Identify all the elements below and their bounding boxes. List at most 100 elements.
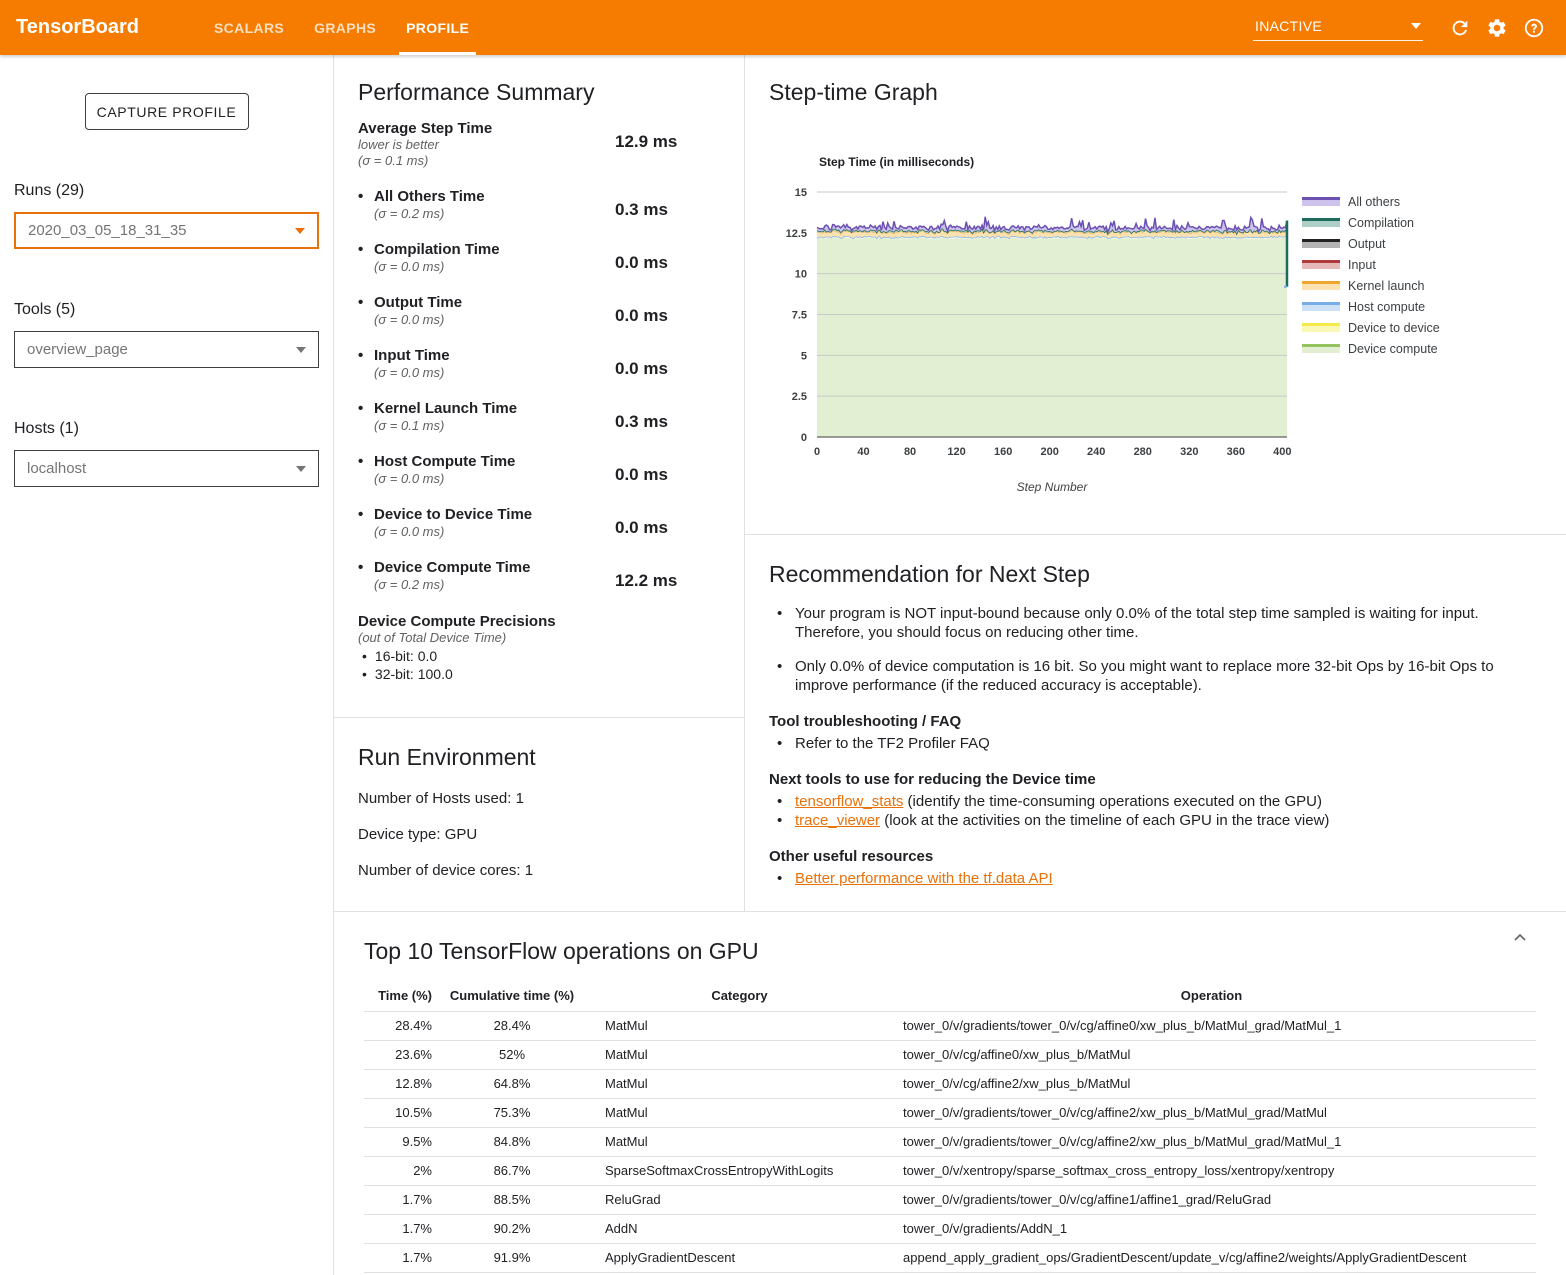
step-time-graph-title: Step-time Graph	[769, 79, 938, 106]
precision-value: 32-bit: 100.0	[375, 666, 453, 682]
performance-summary-title: Performance Summary	[358, 79, 720, 106]
legend-label: Host compute	[1348, 300, 1425, 314]
metric-value: 12.2 ms	[615, 559, 677, 593]
help-icon[interactable]	[1515, 17, 1552, 39]
metric-label: All Others Time	[374, 188, 485, 205]
table-cell: tower_0/v/gradients/tower_0/v/cg/affine0…	[887, 1011, 1536, 1040]
legend-label: Kernel launch	[1348, 279, 1424, 293]
run-environment-line: Device type: GPU	[358, 826, 720, 843]
svg-text:10: 10	[795, 269, 807, 281]
bullet-icon: •	[358, 294, 374, 328]
hosts-select-value: localhost	[27, 460, 86, 477]
table-cell: 12.8%	[364, 1069, 432, 1098]
tools-label: Tools (5)	[14, 301, 333, 319]
metric-row: • Host Compute Time (σ = 0.0 ms) 0.0 ms	[358, 453, 720, 487]
svg-text:0: 0	[801, 432, 807, 444]
chart-legend: All others Compilation Output Input	[1302, 191, 1440, 359]
svg-text:40: 40	[857, 446, 869, 458]
run-environment-title: Run Environment	[358, 744, 720, 771]
step-time-chart[interactable]: 02.557.51012.515040801201602002402803203…	[785, 180, 1305, 500]
legend-item: Output	[1302, 233, 1440, 254]
table-cell: 9.5%	[364, 1127, 432, 1156]
appbar-right: INACTIVE	[1253, 14, 1566, 41]
legend-label: Device compute	[1348, 342, 1438, 356]
table-cell: tower_0/v/gradients/AddN_1	[887, 1214, 1536, 1243]
svg-text:2.5: 2.5	[792, 391, 807, 403]
resource-link[interactable]: Better performance with the tf.data API	[795, 870, 1053, 887]
status-dropdown[interactable]: INACTIVE	[1253, 14, 1423, 41]
metric-sigma: (σ = 0.1 ms)	[374, 418, 517, 434]
precision-item: •16-bit: 0.0	[362, 648, 720, 664]
runs-label: Runs (29)	[14, 182, 333, 200]
next-tool-item: trace_viewer (look at the activities on …	[777, 811, 1542, 830]
bullet-icon: •	[358, 241, 374, 275]
metric-row: • Output Time (σ = 0.0 ms) 0.0 ms	[358, 294, 720, 328]
table-column-header: Category	[592, 981, 887, 1011]
legend-label: Device to device	[1348, 321, 1440, 335]
refresh-icon[interactable]	[1441, 17, 1478, 39]
table-row: 1.7%90.2%AddNtower_0/v/gradients/AddN_1	[364, 1214, 1536, 1243]
metric-value: 0.0 ms	[615, 347, 668, 381]
legend-swatch-icon	[1302, 260, 1340, 269]
tool-link[interactable]: tensorflow_stats	[795, 793, 903, 810]
collapse-chevron-up-icon[interactable]	[1512, 930, 1528, 951]
capture-profile-button[interactable]: CAPTURE PROFILE	[85, 93, 249, 130]
table-cell: 28.4%	[364, 1011, 432, 1040]
svg-text:15: 15	[795, 187, 807, 199]
sidebar: CAPTURE PROFILE Runs (29) 2020_03_05_18_…	[0, 55, 334, 1275]
nav-tab[interactable]: SCALARS	[199, 0, 299, 55]
tool-desc: (identify the time-consuming operations …	[903, 793, 1322, 810]
table-cell: MatMul	[592, 1069, 887, 1098]
chevron-down-icon	[1411, 23, 1421, 29]
metric-sigma: (σ = 0.0 ms)	[374, 524, 532, 540]
svg-text:12.5: 12.5	[786, 228, 807, 240]
settings-gear-icon[interactable]	[1478, 17, 1515, 39]
legend-swatch-icon	[1302, 344, 1340, 353]
table-cell: tower_0/v/cg/affine0/xw_plus_b/MatMul	[887, 1040, 1536, 1069]
tool-link[interactable]: trace_viewer	[795, 812, 880, 829]
table-cell: MatMul	[592, 1127, 887, 1156]
table-row: 10.5%75.3%MatMultower_0/v/gradients/towe…	[364, 1098, 1536, 1127]
table-cell: 91.9%	[432, 1243, 592, 1272]
tools-select[interactable]: overview_page	[14, 331, 319, 368]
metric-value: 12.9 ms	[615, 120, 677, 169]
table-cell: tower_0/v/gradients/tower_0/v/cg/affine1…	[887, 1185, 1536, 1214]
table-cell: 1.7%	[364, 1214, 432, 1243]
top-ops-title: Top 10 TensorFlow operations on GPU	[364, 938, 1536, 965]
metric-label: Input Time	[374, 347, 450, 364]
runs-select[interactable]: 2020_03_05_18_31_35	[14, 212, 319, 249]
nav-tab[interactable]: PROFILE	[391, 0, 484, 55]
table-column-header: Time (%)	[364, 981, 432, 1011]
faq-item: Refer to the TF2 Profiler FAQ	[777, 734, 1542, 753]
bullet-icon: •	[362, 666, 367, 682]
metric-value: 0.3 ms	[615, 400, 668, 434]
metric-value: 0.0 ms	[615, 241, 668, 275]
legend-item: Kernel launch	[1302, 275, 1440, 296]
table-cell: tower_0/v/xentropy/sparse_softmax_cross_…	[887, 1156, 1536, 1185]
table-cell: 23.6%	[364, 1040, 432, 1069]
chevron-down-icon	[296, 466, 306, 472]
tool-desc: (look at the activities on the timeline …	[880, 812, 1329, 829]
svg-text:80: 80	[904, 446, 916, 458]
metric-sigma: (σ = 0.1 ms)	[358, 153, 615, 169]
bullet-icon: •	[358, 400, 374, 434]
metric-row: • Input Time (σ = 0.0 ms) 0.0 ms	[358, 347, 720, 381]
table-row: 9.5%84.8%MatMultower_0/v/gradients/tower…	[364, 1127, 1536, 1156]
metric-label: Device to Device Time	[374, 506, 532, 523]
table-cell: tower_0/v/gradients/tower_0/v/cg/affine2…	[887, 1098, 1536, 1127]
table-row: 1.7%88.5%ReluGradtower_0/v/gradients/tow…	[364, 1185, 1536, 1214]
legend-label: All others	[1348, 195, 1400, 209]
nav-tab[interactable]: GRAPHS	[299, 0, 391, 55]
metric-label: Host Compute Time	[374, 453, 515, 470]
faq-list: Refer to the TF2 Profiler FAQ	[777, 734, 1542, 753]
bullet-icon: •	[358, 506, 374, 540]
bullet-icon: •	[358, 188, 374, 222]
hosts-select[interactable]: localhost	[14, 450, 319, 487]
svg-text:0: 0	[814, 446, 820, 458]
recommendation-title: Recommendation for Next Step	[769, 561, 1542, 588]
metric-note: lower is better	[358, 137, 615, 153]
app-title: TensorBoard	[0, 16, 199, 39]
bullet-icon: •	[358, 453, 374, 487]
legend-swatch-icon	[1302, 302, 1340, 311]
legend-swatch-icon	[1302, 281, 1340, 290]
